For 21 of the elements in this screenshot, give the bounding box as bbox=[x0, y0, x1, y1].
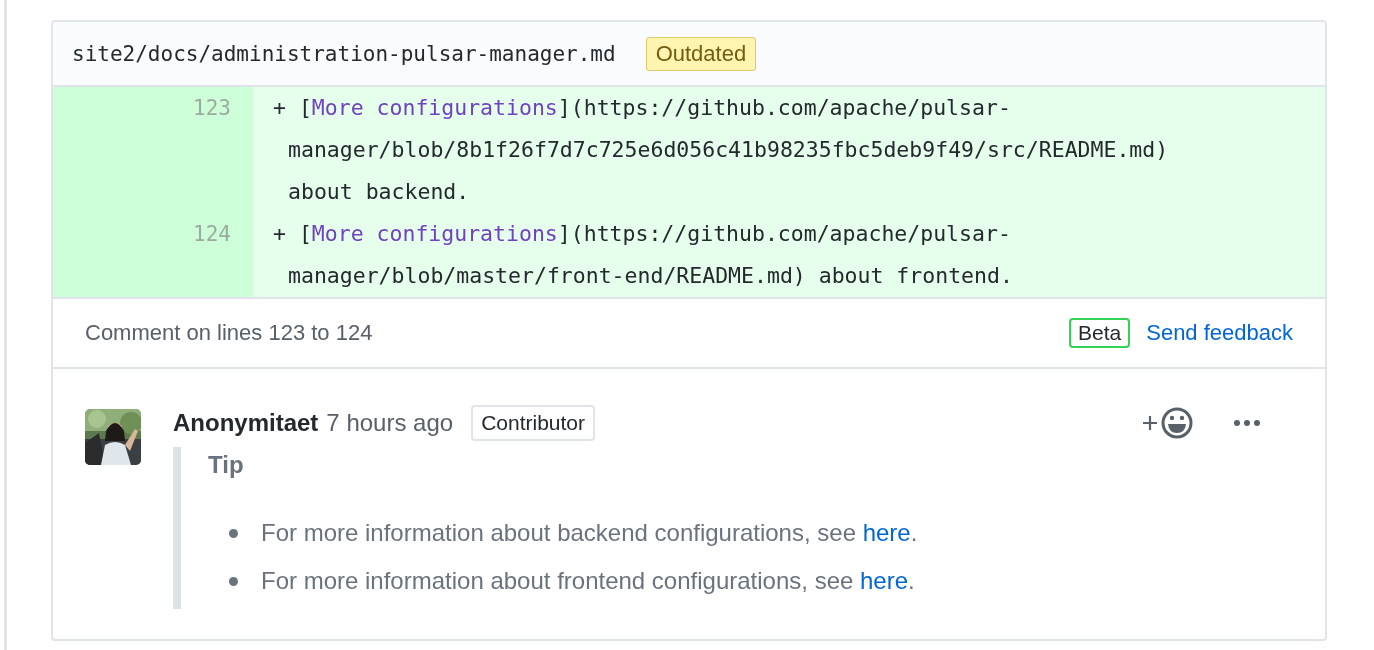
code-line: about backend. bbox=[287, 178, 471, 206]
here-link[interactable]: here bbox=[862, 519, 911, 546]
comment-range-text: Comment on lines 123 to 124 bbox=[85, 320, 374, 346]
bullet-icon bbox=[229, 576, 238, 586]
outdated-label: Outdated bbox=[645, 36, 757, 71]
here-link[interactable]: here bbox=[860, 567, 909, 594]
code-line: manager/blob/8b1f26f7d7c725e6d056c41b98235fbc5deb9f49/src/README.md) bbox=[287, 136, 1170, 164]
send-feedback-link[interactable]: Send feedback bbox=[1146, 320, 1293, 346]
list-item-text: For more information about frontend configurations, see here. bbox=[261, 567, 915, 595]
more-options-icon[interactable] bbox=[1233, 419, 1261, 427]
author-name[interactable]: Anonymitaet bbox=[173, 409, 319, 437]
comment-time[interactable]: 7 hours ago bbox=[326, 409, 454, 437]
file-path[interactable]: site2/docs/administration-pulsar-manager.md bbox=[72, 41, 616, 66]
code-line: + [More configurations](https://github.com/apache/pulsar- bbox=[273, 220, 1012, 248]
bullet-icon bbox=[229, 528, 238, 538]
code-line: + [More configurations](https://github.com/apache/pulsar- bbox=[273, 94, 1012, 122]
code-line: manager/blob/master/front-end/README.md) about frontend. bbox=[287, 262, 1014, 290]
list-item-text: For more information about backend configurations, see here. bbox=[261, 519, 918, 547]
quote-title: Tip bbox=[208, 450, 245, 479]
beta-label: Beta bbox=[1069, 318, 1131, 348]
contributor-label: Contributor bbox=[471, 405, 595, 441]
